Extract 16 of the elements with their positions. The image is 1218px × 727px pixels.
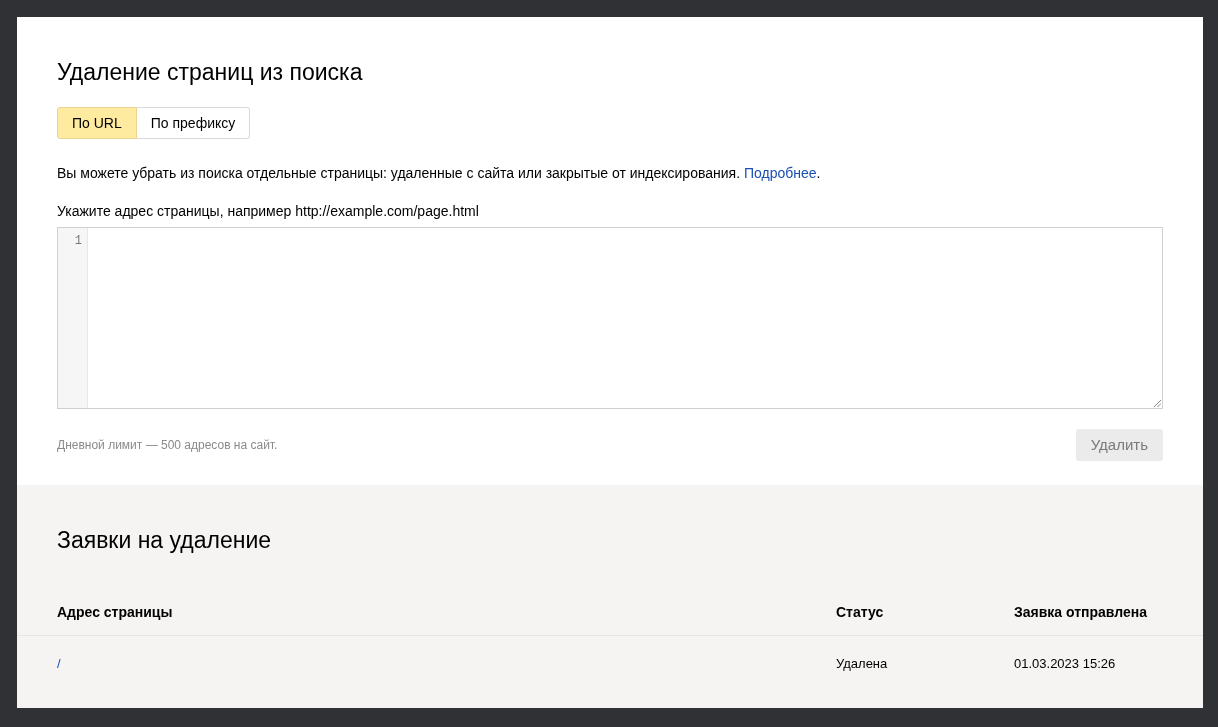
address-link[interactable]: / bbox=[57, 656, 61, 672]
description-text: Вы можете убрать из поиска отдельные страницы: удаленные с сайта или закрытые от индексирования. Подробнее. bbox=[57, 164, 821, 183]
limit-note: Дневной лимит — 500 адресов на сайт. bbox=[57, 437, 278, 454]
column-header: Заявка отправлена bbox=[1014, 603, 1148, 621]
section-title: Заявки на удаление bbox=[56, 526, 273, 555]
status-cell: Удалена bbox=[836, 656, 888, 672]
more-link[interactable]: Подробнее bbox=[743, 165, 817, 181]
page-title: Удаление страниц из поиска bbox=[57, 58, 363, 87]
editor-label: Укажите адрес страницы, например http://example.com/page.html bbox=[57, 202, 479, 221]
tab[interactable]: По префиксу bbox=[136, 107, 251, 139]
column-header: Адрес страницы bbox=[57, 603, 173, 621]
date-cell: 01.03.2023 15:26 bbox=[1014, 656, 1116, 672]
tab[interactable]: По URL bbox=[57, 107, 137, 139]
line-number: 1 bbox=[74, 234, 82, 248]
resize-handle-icon[interactable] bbox=[1154, 400, 1161, 407]
column-header: Статус bbox=[836, 603, 884, 621]
